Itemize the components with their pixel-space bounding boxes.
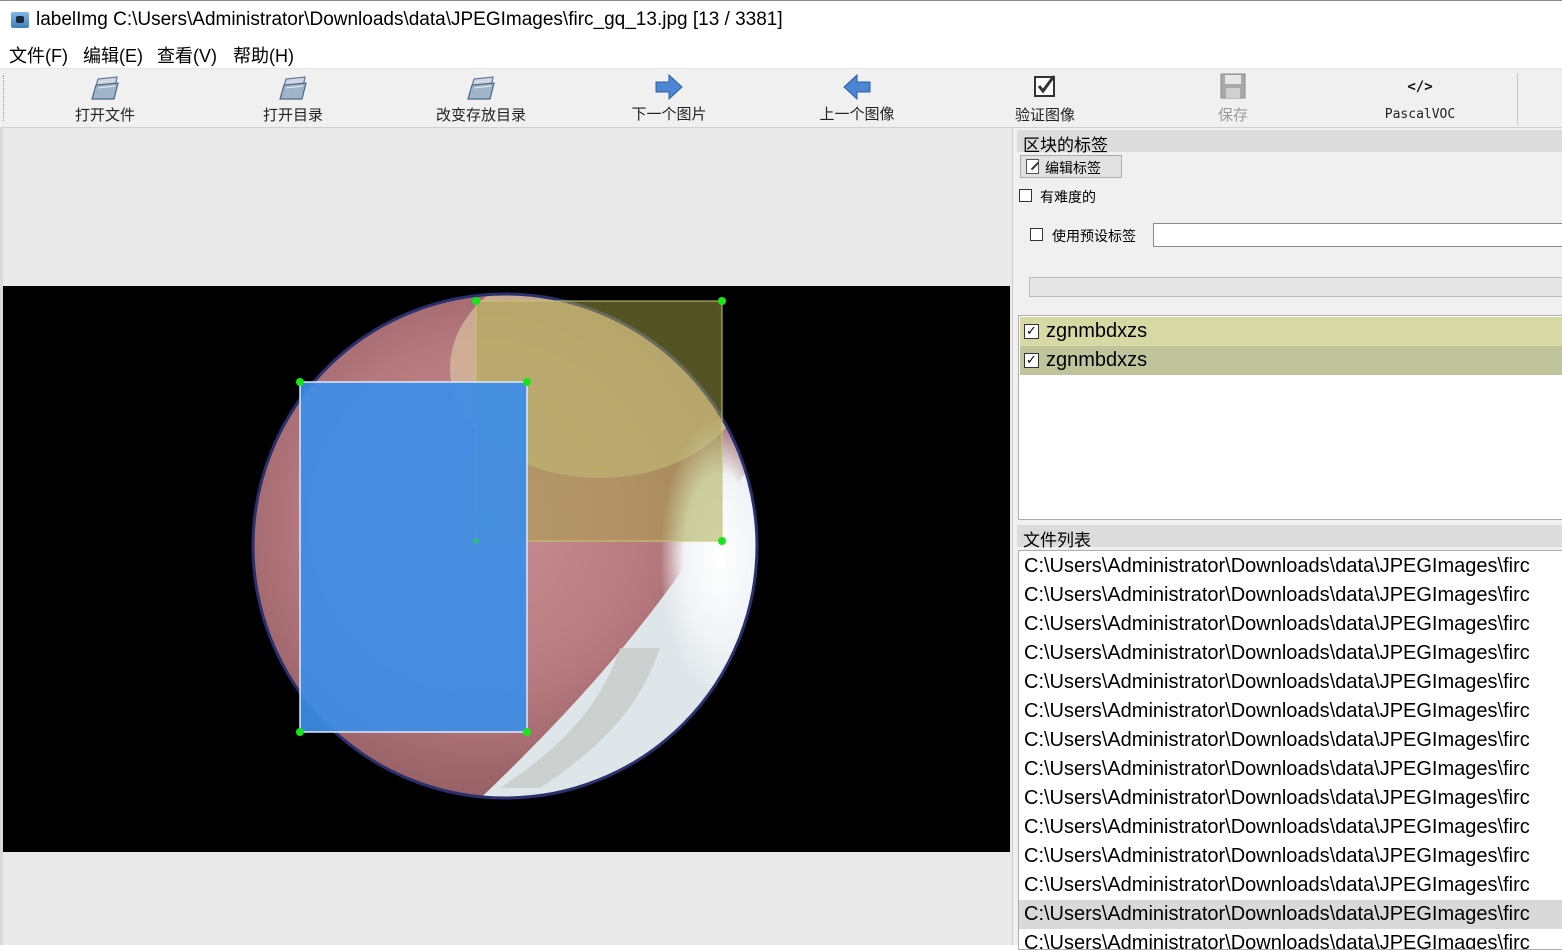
- save-label: 保存: [1217, 106, 1248, 124]
- change-save-dir-button[interactable]: 改变存放目录: [401, 69, 561, 127]
- label-name: zgnmbdxzs: [1046, 320, 1148, 342]
- file-list-item[interactable]: C:\Users\Administrator\Downloads\data\JP…: [1019, 639, 1562, 668]
- file-list-item[interactable]: C:\Users\Administrator\Downloads\data\JP…: [1019, 726, 1562, 755]
- difficult-checkbox[interactable]: [1019, 189, 1032, 202]
- next-image-label: 下一个图片: [631, 105, 707, 123]
- toolbar-grip[interactable]: [3, 75, 6, 121]
- file-list-item[interactable]: C:\Users\Administrator\Downloads\data\JP…: [1019, 668, 1562, 697]
- format-label: PascalVOC: [1384, 107, 1456, 122]
- toolbar: 打开文件 打开目录 改变存放目录 下一个图片 上一个图像 验证图像 保存 </>…: [0, 68, 1562, 128]
- label-visible-checkbox[interactable]: ✓: [1024, 324, 1039, 339]
- use-default-label-checkbox[interactable]: [1030, 228, 1043, 241]
- edit-label-text: 编辑标签: [1045, 161, 1101, 177]
- floppy-disk-icon: [1220, 73, 1246, 99]
- file-list-item[interactable]: C:\Users\Administrator\Downloads\data\JP…: [1019, 842, 1562, 871]
- label-list-item[interactable]: ✓ zgnmbdxzs: [1020, 346, 1562, 375]
- file-list-item[interactable]: C:\Users\Administrator\Downloads\data\JP…: [1019, 813, 1562, 842]
- title-bar: labelImg C:\Users\Administrator\Download…: [0, 0, 1562, 38]
- labelimg-app-icon: [11, 12, 29, 28]
- file-list-item[interactable]: C:\Users\Administrator\Downloads\data\JP…: [1019, 900, 1562, 929]
- edit-label-button[interactable]: 编辑标签: [1020, 155, 1122, 178]
- box-labels-title: 区块的标签: [1023, 136, 1108, 156]
- prev-image-label: 上一个图像: [819, 105, 895, 123]
- save-button[interactable]: 保存: [1153, 69, 1313, 127]
- right-dock: 区块的标签 编辑标签 有难度的 使用预设标签 ✓ zgnmbdxzs ✓ zgn…: [1012, 128, 1562, 950]
- file-list-item[interactable]: C:\Users\Administrator\Downloads\data\JP…: [1019, 581, 1562, 610]
- label-name: zgnmbdxzs: [1046, 349, 1148, 371]
- file-list-item[interactable]: C:\Users\Administrator\Downloads\data\JP…: [1019, 784, 1562, 813]
- arrow-left-icon: [843, 73, 871, 101]
- use-default-label-text: 使用预设标签: [1052, 229, 1136, 245]
- menu-edit[interactable]: 编辑(E): [83, 42, 143, 68]
- label-list-item[interactable]: ✓ zgnmbdxzs: [1020, 317, 1562, 346]
- progress-bar: [1029, 277, 1562, 297]
- open-folder-icon: [467, 76, 495, 100]
- box-label-list[interactable]: ✓ zgnmbdxzs ✓ zgnmbdxzs: [1018, 315, 1562, 520]
- window-title: labelImg C:\Users\Administrator\Download…: [36, 9, 783, 30]
- code-tag-icon: </>: [1407, 79, 1433, 95]
- change-save-dir-label: 改变存放目录: [435, 106, 526, 124]
- menu-view[interactable]: 查看(V): [157, 42, 217, 68]
- edit-pen-icon: [1026, 159, 1039, 174]
- prev-image-button[interactable]: 上一个图像: [777, 69, 937, 127]
- file-list-item[interactable]: C:\Users\Administrator\Downloads\data\JP…: [1019, 610, 1562, 639]
- image-canvas[interactable]: [0, 128, 1010, 945]
- default-label-input[interactable]: [1153, 223, 1562, 247]
- toolbar-separator: [1517, 73, 1518, 125]
- file-list-item[interactable]: C:\Users\Administrator\Downloads\data\JP…: [1019, 871, 1562, 900]
- file-list-item[interactable]: C:\Users\Administrator\Downloads\data\JP…: [1019, 552, 1562, 581]
- verify-image-label: 验证图像: [1014, 106, 1075, 124]
- open-dir-label: 打开目录: [262, 106, 323, 124]
- open-file-button[interactable]: 打开文件: [25, 69, 185, 127]
- menu-file[interactable]: 文件(F): [9, 42, 68, 68]
- file-list-item[interactable]: C:\Users\Administrator\Downloads\data\JP…: [1019, 755, 1562, 784]
- difficult-label: 有难度的: [1040, 190, 1096, 206]
- menu-help[interactable]: 帮助(H): [233, 42, 294, 68]
- file-list-title: 文件列表: [1023, 531, 1091, 551]
- open-file-label: 打开文件: [74, 106, 135, 124]
- next-image-button[interactable]: 下一个图片: [589, 69, 749, 127]
- open-folder-icon: [91, 76, 119, 100]
- label-visible-checkbox[interactable]: ✓: [1024, 353, 1039, 368]
- annotation-box-blue[interactable]: [299, 381, 528, 733]
- menu-bar: 文件(F) 编辑(E) 查看(V) 帮助(H): [0, 38, 1562, 68]
- open-dir-button[interactable]: 打开目录: [213, 69, 373, 127]
- verify-image-button[interactable]: 验证图像: [965, 69, 1125, 127]
- file-list-item[interactable]: C:\Users\Administrator\Downloads\data\JP…: [1019, 697, 1562, 726]
- file-list[interactable]: C:\Users\Administrator\Downloads\data\JP…: [1018, 550, 1562, 950]
- arrow-right-icon: [655, 73, 683, 101]
- open-folder-icon: [279, 76, 307, 100]
- checkbox-check-icon: [1034, 75, 1056, 97]
- file-list-item[interactable]: C:\Users\Administrator\Downloads\data\JP…: [1019, 929, 1562, 949]
- file-list-titlebar: [1017, 525, 1562, 547]
- format-pascalvoc-button[interactable]: </> PascalVOC: [1340, 69, 1500, 127]
